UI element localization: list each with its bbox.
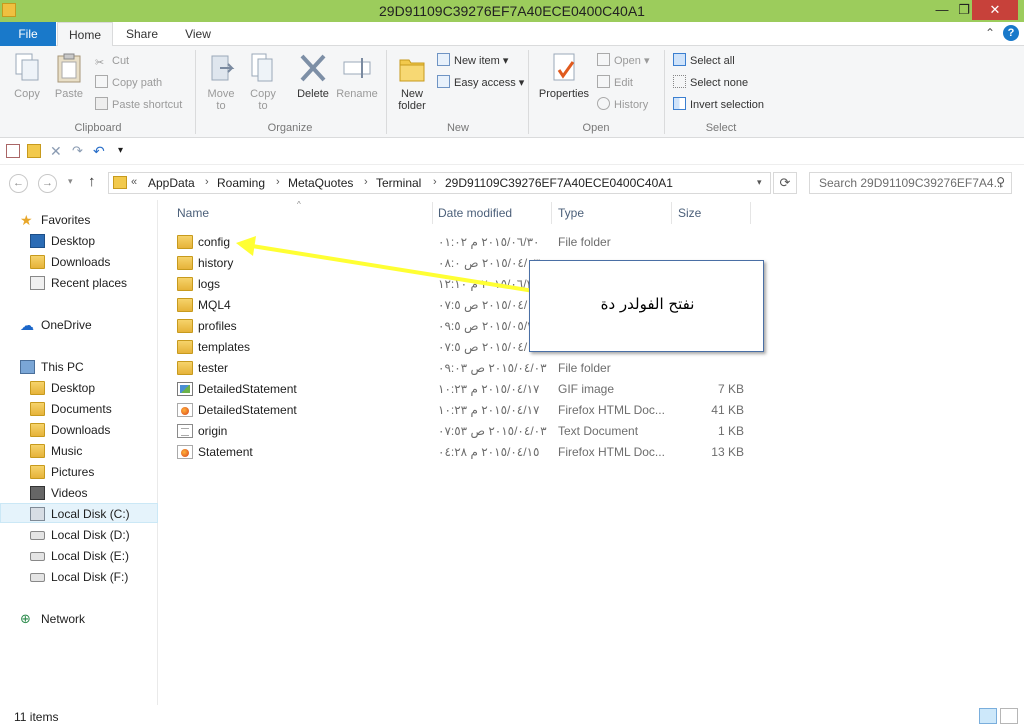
status-bar: 11 items: [0, 705, 1024, 728]
item-count: 11 items: [14, 710, 59, 724]
arrow-line: [251, 244, 541, 294]
details-view-icon[interactable]: [979, 708, 997, 724]
annotation-callout: نفتح الفولدر دة: [529, 260, 764, 352]
arrow-head: [236, 236, 256, 256]
annotation-arrow: [236, 236, 541, 294]
callout-text: نفتح الفولدر دة: [600, 295, 695, 313]
large-icons-view-icon[interactable]: [1000, 708, 1018, 724]
